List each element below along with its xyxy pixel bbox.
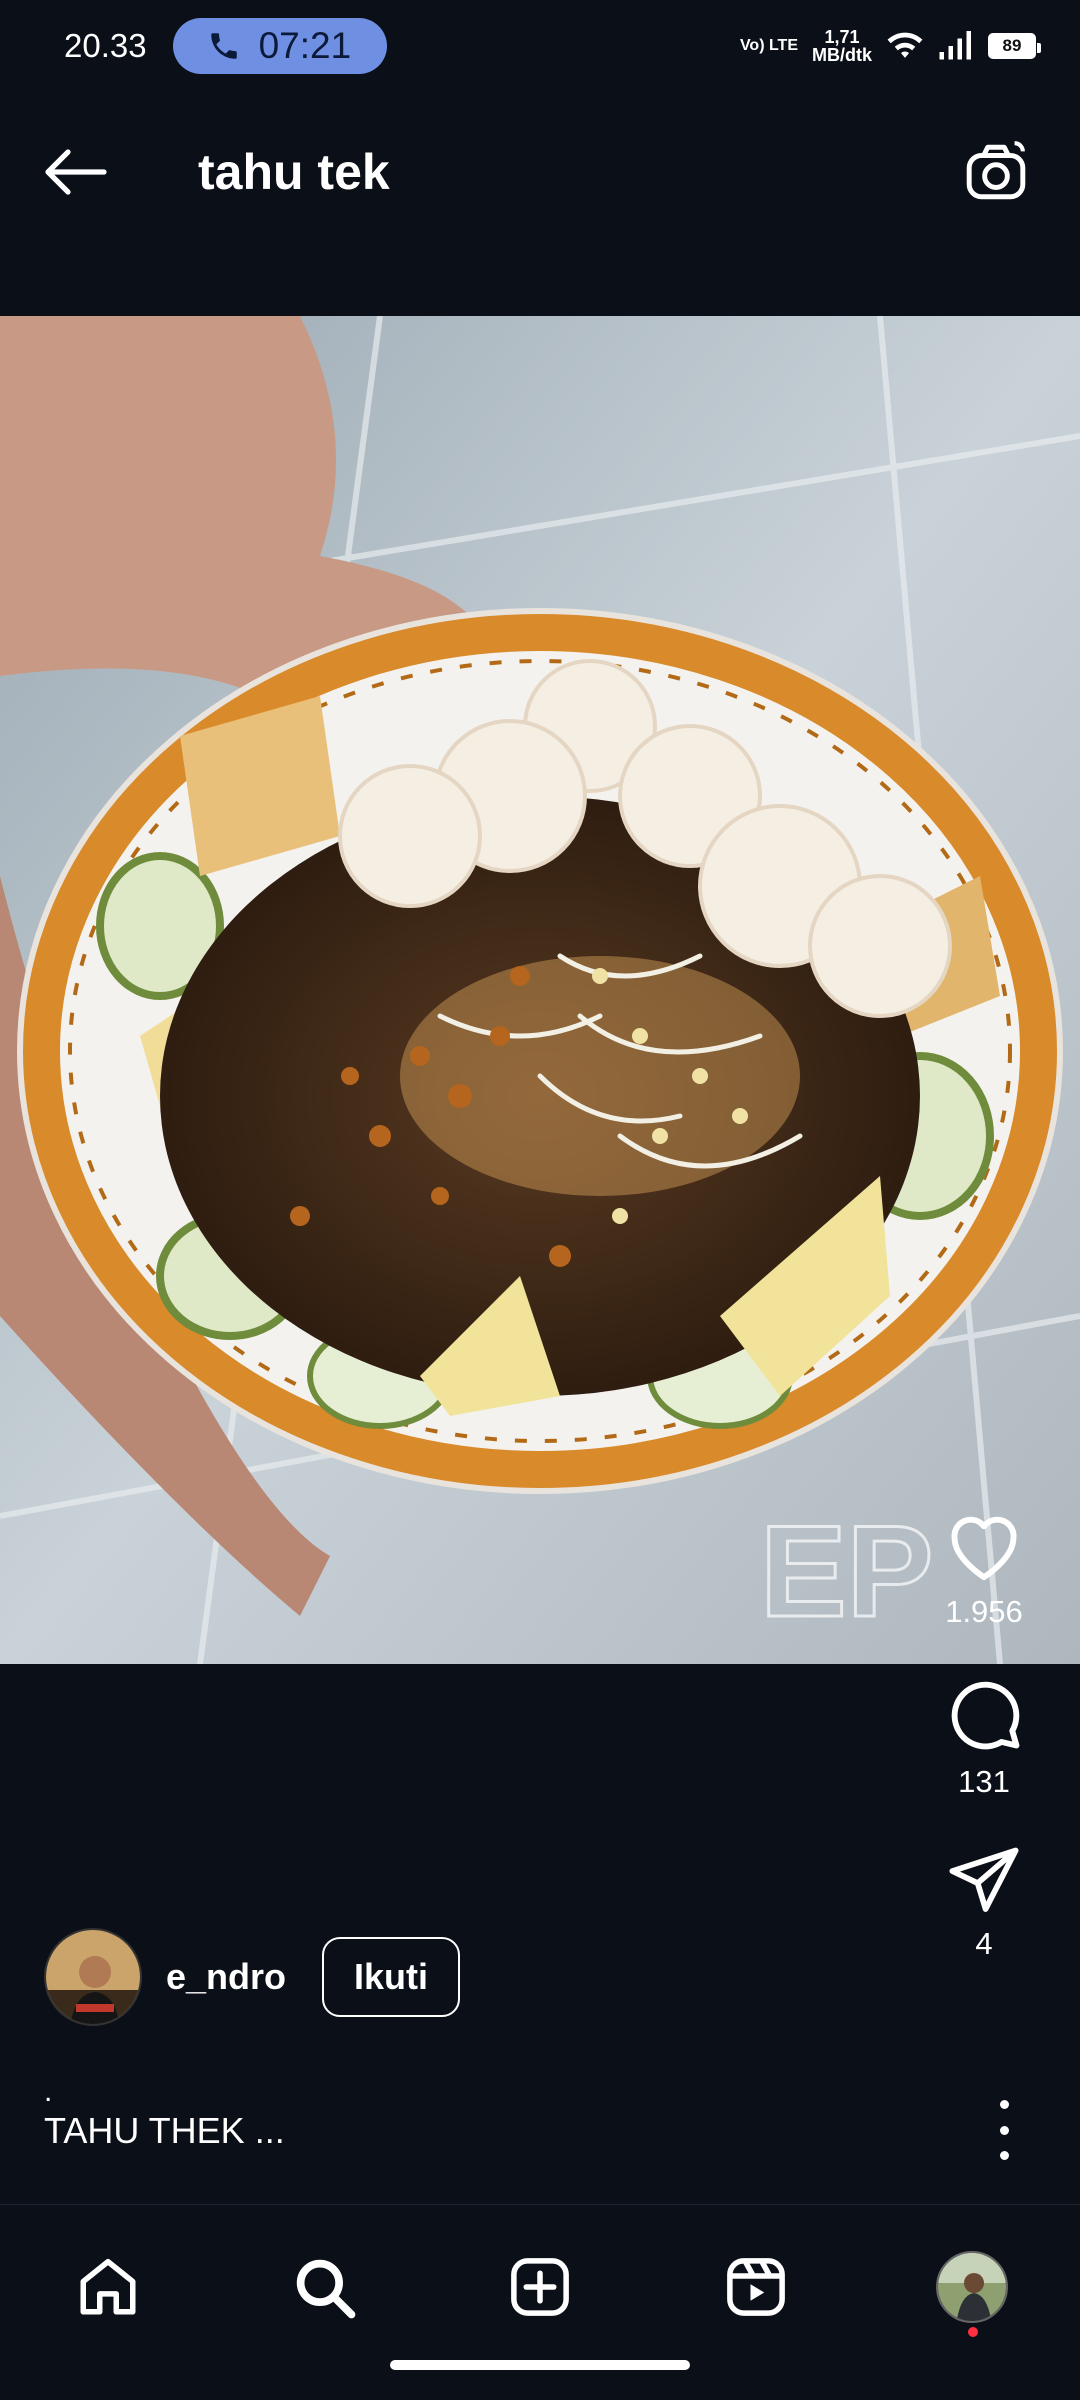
call-timer: 07:21	[258, 25, 352, 66]
send-icon	[949, 1847, 1019, 1912]
reels-icon	[727, 2258, 785, 2316]
food-photo: EP	[0, 316, 1080, 1664]
comment-count: 131	[958, 1764, 1010, 1799]
comment-button[interactable]: 131	[928, 1674, 1040, 1800]
network-speed: 1,71 MB/dtk	[812, 27, 872, 65]
dot-icon	[999, 2125, 1009, 2135]
back-button[interactable]	[44, 132, 124, 212]
wifi-icon	[887, 32, 923, 58]
more-options-button[interactable]	[984, 2100, 1024, 2160]
camera-button[interactable]	[956, 132, 1036, 212]
author-avatar[interactable]	[44, 1928, 142, 2026]
search-icon	[296, 2259, 356, 2319]
dot-icon	[999, 2151, 1009, 2160]
bottom-navigation	[0, 2204, 1080, 2400]
arrow-left-icon	[45, 149, 107, 195]
caption-text: TAHU THEK ...	[44, 2110, 285, 2151]
nav-reels[interactable]	[708, 2239, 804, 2335]
notification-dot	[968, 2327, 978, 2337]
author-row: e_ndro Ikuti	[44, 1928, 461, 2026]
nav-search[interactable]	[276, 2239, 372, 2335]
author-username[interactable]: e_ndro	[166, 1956, 286, 1998]
post-caption[interactable]: . TAHU THEK ...	[44, 2075, 285, 2152]
follow-button[interactable]: Ikuti	[322, 1937, 461, 2017]
home-indicator	[390, 2360, 690, 2370]
page-title: tahu tek	[198, 144, 390, 200]
heart-icon	[951, 1516, 1017, 1581]
share-count: 4	[975, 1926, 993, 1961]
camera-icon	[966, 141, 1026, 200]
volte-indicator: Vo) LTE	[739, 37, 798, 54]
signal-icon	[939, 31, 971, 60]
post-image[interactable]: EP	[0, 316, 1080, 1664]
add-post-icon	[511, 2258, 569, 2316]
home-icon	[80, 2258, 136, 2315]
like-button[interactable]: 1.956	[928, 1510, 1040, 1630]
top-app-bar: tahu tek	[0, 92, 1080, 252]
nav-home[interactable]	[60, 2239, 156, 2335]
status-time: 20.33	[64, 27, 147, 64]
nav-create[interactable]	[492, 2239, 588, 2335]
watermark-text: EP	[760, 1498, 933, 1644]
profile-avatar	[936, 2251, 1008, 2323]
ongoing-call-pill[interactable]: 07:21	[172, 18, 388, 74]
comment-icon	[951, 1681, 1020, 1750]
dot-icon	[999, 2100, 1009, 2109]
status-icons: Vo) LTE 1,71 MB/dtk 89	[739, 27, 1041, 65]
status-bar: 20.33 07:21 Vo) LTE 1,71 MB/dtk 89	[0, 0, 1080, 92]
caption-dot: .	[44, 2075, 53, 2108]
battery-indicator: 89	[988, 33, 1041, 59]
like-count: 1.956	[945, 1594, 1023, 1629]
phone-icon	[210, 33, 237, 59]
share-button[interactable]: 4	[928, 1844, 1040, 1962]
nav-profile[interactable]	[924, 2239, 1020, 2337]
post-actions: 1.956 131 4	[928, 1510, 1040, 2012]
